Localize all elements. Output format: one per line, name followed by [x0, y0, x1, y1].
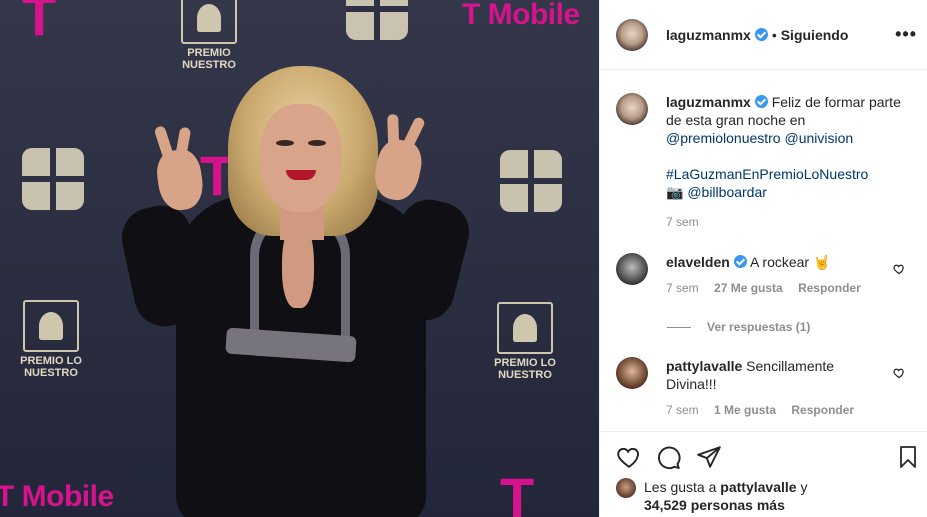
- tmobile-logo-bottom-right: T: [500, 466, 535, 517]
- caption: laguzmanmx Feliz de formar parte de esta…: [616, 93, 911, 229]
- person-eye: [276, 140, 294, 146]
- liker-avatar[interactable]: [616, 478, 636, 498]
- save-bookmark-icon[interactable]: [896, 444, 920, 470]
- caption-username[interactable]: laguzmanmx: [666, 94, 751, 110]
- liker-username[interactable]: pattylavalle: [720, 479, 796, 495]
- verified-badge-icon: [733, 255, 747, 268]
- like-comment-heart-icon[interactable]: [893, 263, 905, 275]
- mention-link[interactable]: @univision: [785, 130, 854, 146]
- more-options-icon[interactable]: •••: [895, 24, 917, 45]
- replies-line: [667, 326, 691, 328]
- reply-button[interactable]: Responder: [798, 281, 861, 295]
- post-side-panel: laguzmanmx • Siguiendo ••• laguzmanmx Fe…: [599, 0, 927, 517]
- comment-bubble-icon[interactable]: [656, 444, 682, 470]
- verified-badge-icon: [754, 95, 768, 108]
- post-photo[interactable]: T T Mobile T T T T Mobile PREMIONUESTRO …: [0, 0, 599, 517]
- univision-logo: [500, 150, 562, 212]
- likes-conjunction: y: [800, 479, 808, 495]
- comment-likes[interactable]: 27 Me gusta: [714, 281, 783, 295]
- comment-text: A rockear 🤘: [749, 254, 831, 270]
- camera-emoji-icon: 📷: [666, 184, 684, 200]
- tmobile-logo-top-left: T: [22, 0, 57, 47]
- mention-link[interactable]: @premiolonuestro: [666, 130, 781, 146]
- author-username[interactable]: laguzmanmx: [666, 27, 751, 43]
- verified-badge-icon: [754, 28, 768, 41]
- premio-lo-nuestro-logo: PREMIO LO NUESTRO: [492, 302, 558, 381]
- share-paper-plane-icon[interactable]: [696, 444, 722, 470]
- view-replies-button[interactable]: Ver respuestas (1): [667, 320, 810, 334]
- commenter-avatar[interactable]: [616, 253, 648, 285]
- comment-time[interactable]: 7 sem: [666, 403, 699, 417]
- premio-lo-nuestro-logo: PREMIO LO NUESTRO: [18, 300, 84, 379]
- peace-sign-hand: [153, 125, 206, 213]
- tmobile-logo-bottom-left: T Mobile: [0, 480, 114, 513]
- person-eye: [308, 140, 326, 146]
- commenter-username[interactable]: elavelden: [666, 254, 730, 270]
- premio-lo-nuestro-logo: PREMIO NUESTRO: [176, 0, 242, 71]
- comment: elavelden A rockear 🤘 7 sem 27 Me gusta …: [616, 253, 911, 295]
- peace-sign-hand: [370, 114, 427, 204]
- like-comment-heart-icon[interactable]: [893, 367, 905, 379]
- following-button[interactable]: Siguiendo: [781, 27, 849, 43]
- post-actions-bar: [600, 431, 927, 481]
- comment-likes[interactable]: 1 Me gusta: [714, 403, 776, 417]
- univision-logo: [346, 0, 408, 40]
- person-face: [260, 104, 342, 212]
- likes-prefix: Les gusta a: [644, 479, 717, 495]
- post-header: laguzmanmx • Siguiendo •••: [600, 0, 927, 70]
- commenter-avatar[interactable]: [616, 357, 648, 389]
- likes-count[interactable]: 34,529 personas más: [644, 497, 785, 513]
- comment-time[interactable]: 7 sem: [666, 281, 699, 295]
- commenter-username[interactable]: pattylavalle: [666, 358, 742, 374]
- like-heart-icon[interactable]: [616, 444, 642, 470]
- mention-link[interactable]: @billboardar: [687, 184, 767, 200]
- reply-button[interactable]: Responder: [791, 403, 854, 417]
- comment: pattylavalle Sencillamente Divina!!! 7 s…: [616, 357, 911, 417]
- likes-summary: Les gusta a pattylavalle y 34,529 person…: [616, 478, 911, 514]
- author-avatar[interactable]: [616, 18, 648, 51]
- tmobile-logo-top-right: T Mobile: [462, 0, 580, 31]
- univision-logo: [22, 148, 84, 210]
- comments-scroll-area[interactable]: laguzmanmx Feliz de formar parte de esta…: [600, 71, 927, 431]
- separator-dot: •: [771, 26, 777, 43]
- hashtag-link[interactable]: #LaGuzmanEnPremioLoNuestro: [666, 166, 868, 182]
- author-avatar[interactable]: [616, 93, 648, 125]
- caption-time[interactable]: 7 sem: [666, 215, 699, 229]
